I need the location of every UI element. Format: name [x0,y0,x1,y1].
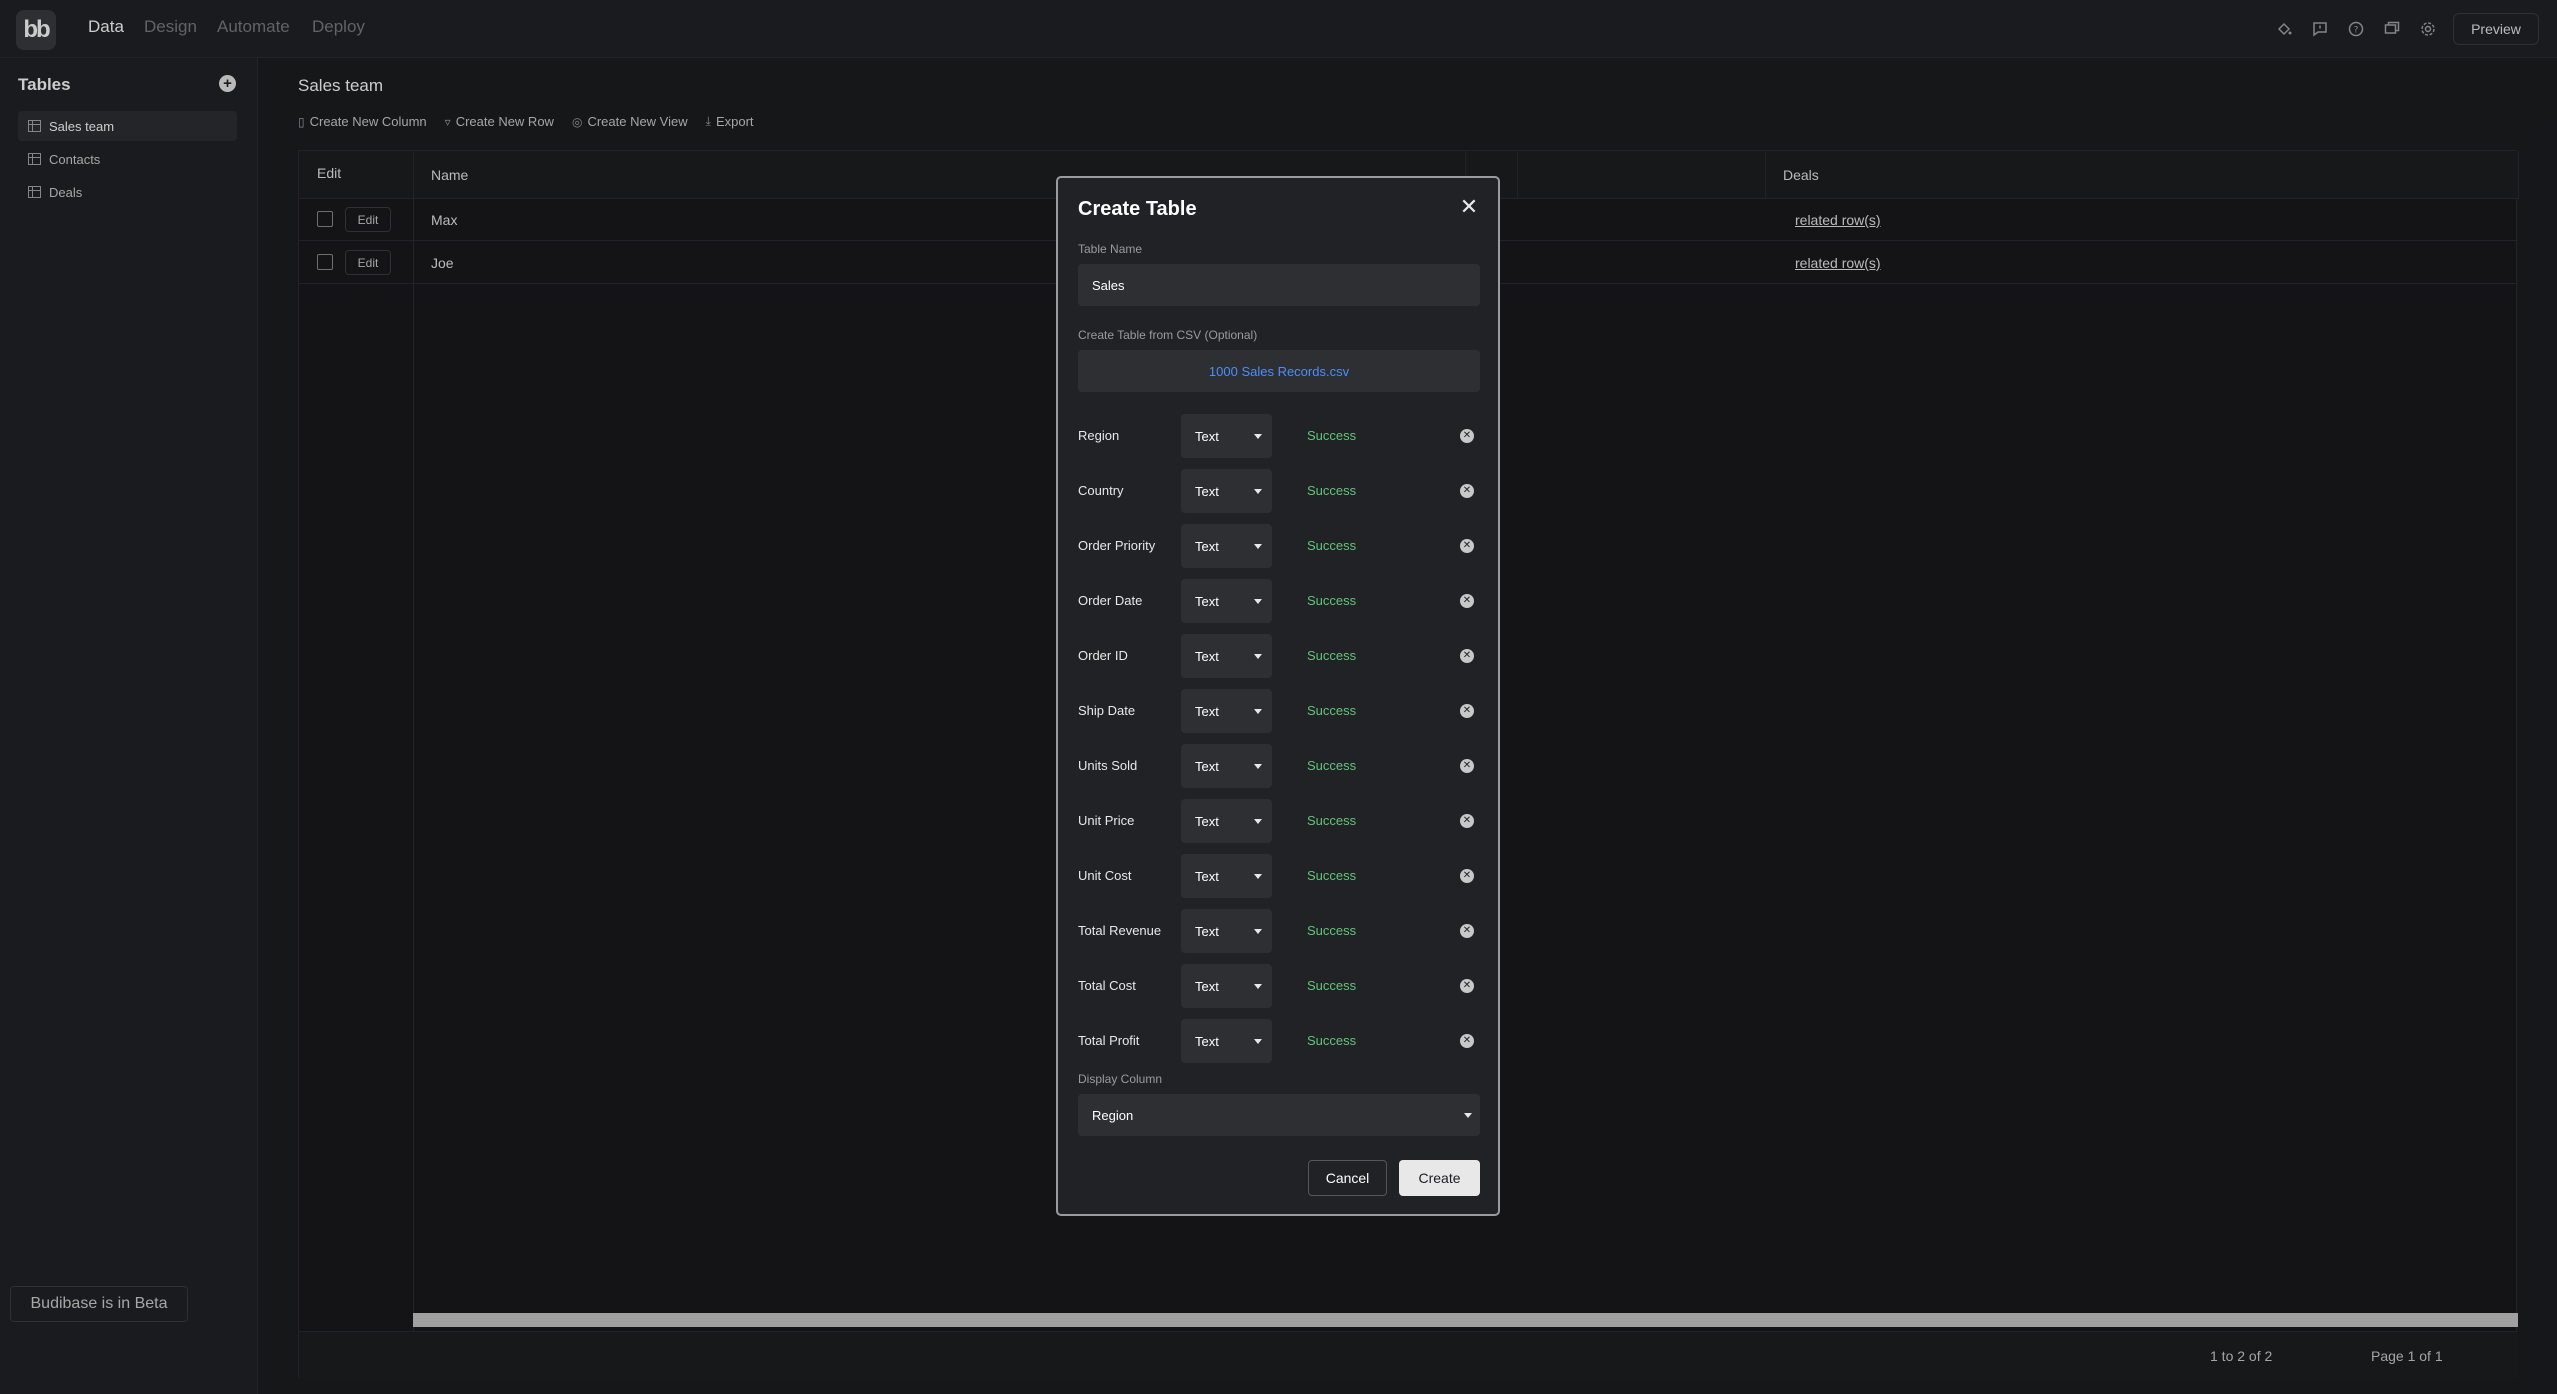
column-name: Region [1078,428,1120,443]
column-type-value: Text [1195,1033,1219,1049]
chevron-down-icon [1464,1113,1472,1118]
remove-column-icon[interactable]: ✕ [1460,814,1474,828]
column-status: Success [1307,923,1357,938]
column-name: Units Sold [1078,758,1138,773]
csv-column-row: Total Cost Text Success ✕ [1078,964,1480,1008]
remove-column-icon[interactable]: ✕ [1460,759,1474,773]
column-type-select[interactable]: Text [1181,964,1272,1008]
chevron-down-icon [1254,1039,1262,1044]
column-name: Order ID [1078,648,1128,663]
column-type-select[interactable]: Text [1181,799,1272,843]
remove-column-icon[interactable]: ✕ [1460,924,1474,938]
close-icon[interactable]: ✕ [1458,196,1480,218]
column-name: Order Date [1078,593,1143,608]
csv-column-row: Total Revenue Text Success ✕ [1078,909,1480,953]
column-type-value: Text [1195,703,1219,719]
remove-column-icon[interactable]: ✕ [1460,1034,1474,1048]
display-column-select[interactable]: Region [1078,1094,1480,1136]
chevron-down-icon [1254,929,1262,934]
column-type-select[interactable]: Text [1181,689,1272,733]
column-status: Success [1307,1033,1357,1048]
chevron-down-icon [1254,984,1262,989]
chevron-down-icon [1254,599,1262,604]
remove-column-icon[interactable]: ✕ [1460,869,1474,883]
column-type-value: Text [1195,813,1219,829]
column-type-select[interactable]: Text [1181,909,1272,953]
column-name: Total Cost [1078,978,1136,993]
table-name-input[interactable]: Sales [1078,264,1480,306]
csv-column-row: Order ID Text Success ✕ [1078,634,1480,678]
csv-column-row: Total Profit Text Success ✕ [1078,1019,1480,1063]
column-type-select[interactable]: Text [1181,524,1272,568]
column-status: Success [1307,648,1357,663]
column-name: Ship Date [1078,703,1136,718]
column-type-value: Text [1195,538,1219,554]
table-name-label: Table Name [1078,242,1143,256]
column-status: Success [1307,868,1357,883]
column-status: Success [1307,758,1357,773]
csv-column-row: Country Text Success ✕ [1078,469,1480,513]
chevron-down-icon [1254,764,1262,769]
remove-column-icon[interactable]: ✕ [1460,429,1474,443]
column-type-value: Text [1195,978,1219,994]
column-type-select[interactable]: Text [1181,1019,1272,1063]
column-type-value: Text [1195,868,1219,884]
remove-column-icon[interactable]: ✕ [1460,594,1474,608]
csv-file-picker[interactable]: 1000 Sales Records.csv [1078,350,1480,392]
csv-column-row: Ship Date Text Success ✕ [1078,689,1480,733]
remove-column-icon[interactable]: ✕ [1460,704,1474,718]
column-type-value: Text [1195,428,1219,444]
chevron-down-icon [1254,489,1262,494]
column-status: Success [1307,813,1357,828]
column-type-select[interactable]: Text [1181,634,1272,678]
remove-column-icon[interactable]: ✕ [1460,539,1474,553]
csv-label: Create Table from CSV (Optional) [1078,328,1258,342]
remove-column-icon[interactable]: ✕ [1460,649,1474,663]
remove-column-icon[interactable]: ✕ [1460,979,1474,993]
column-status: Success [1307,428,1357,443]
cancel-button[interactable]: Cancel [1308,1160,1387,1196]
column-status: Success [1307,978,1357,993]
chevron-down-icon [1254,654,1262,659]
csv-column-row: Region Text Success ✕ [1078,414,1480,458]
create-table-modal: Create Table ✕ Table Name Sales Create T… [1056,176,1500,1216]
column-type-value: Text [1195,923,1219,939]
column-type-select[interactable]: Text [1181,414,1272,458]
column-status: Success [1307,538,1357,553]
column-name: Total Profit [1078,1033,1140,1048]
modal-title: Create Table [1078,198,1197,220]
create-button[interactable]: Create [1399,1160,1480,1196]
chevron-down-icon [1254,874,1262,879]
column-type-value: Text [1195,593,1219,609]
column-type-select[interactable]: Text [1181,579,1272,623]
column-status: Success [1307,593,1357,608]
remove-column-icon[interactable]: ✕ [1460,484,1474,498]
column-name: Total Revenue [1078,923,1162,938]
display-column-label: Display Column [1078,1072,1163,1086]
column-status: Success [1307,703,1357,718]
chevron-down-icon [1254,544,1262,549]
csv-column-row: Order Date Text Success ✕ [1078,579,1480,623]
column-name: Country [1078,483,1124,498]
chevron-down-icon [1254,709,1262,714]
column-name: Order Priority [1078,538,1156,553]
column-type-select[interactable]: Text [1181,469,1272,513]
display-column-value: Region [1092,1107,1134,1123]
chevron-down-icon [1254,819,1262,824]
column-type-select[interactable]: Text [1181,854,1272,898]
column-type-value: Text [1195,483,1219,499]
column-type-select[interactable]: Text [1181,744,1272,788]
column-type-value: Text [1195,758,1219,774]
column-status: Success [1307,483,1357,498]
csv-column-row: Unit Price Text Success ✕ [1078,799,1480,843]
column-name: Unit Cost [1078,868,1132,883]
csv-column-row: Unit Cost Text Success ✕ [1078,854,1480,898]
chevron-down-icon [1254,434,1262,439]
column-name: Unit Price [1078,813,1135,828]
csv-column-row: Order Priority Text Success ✕ [1078,524,1480,568]
column-type-value: Text [1195,648,1219,664]
csv-column-row: Units Sold Text Success ✕ [1078,744,1480,788]
